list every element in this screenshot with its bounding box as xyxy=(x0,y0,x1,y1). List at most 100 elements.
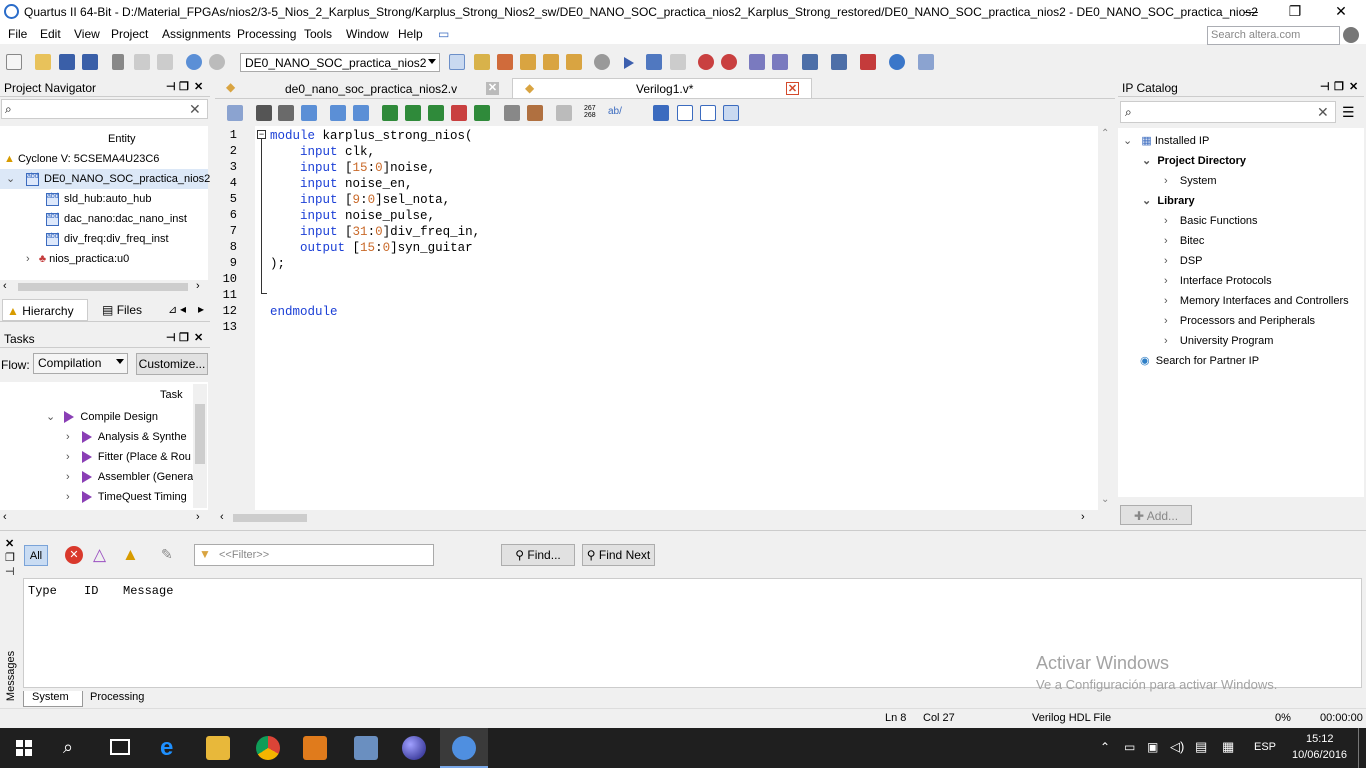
analysis-synthesis-icon[interactable] xyxy=(646,54,662,70)
task-row[interactable]: › Fitter (Place & Rou xyxy=(66,447,191,467)
menu-file[interactable]: File xyxy=(8,27,27,41)
synthesis-icon[interactable] xyxy=(566,54,582,70)
file-explorer-icon[interactable] xyxy=(206,736,230,760)
cut-icon[interactable] xyxy=(112,54,124,70)
clear-search-icon[interactable]: ✕ xyxy=(189,101,201,118)
navigator-search-input[interactable]: ⌕ ✕ xyxy=(1,99,208,119)
menu-assignments[interactable]: Assignments xyxy=(162,27,231,41)
task-view-icon[interactable] xyxy=(110,739,130,755)
replace-icon[interactable] xyxy=(278,105,294,121)
find-next-button[interactable]: ⚲ Find Next xyxy=(582,544,655,566)
fold-toggle-icon[interactable]: − xyxy=(257,130,266,139)
code-content[interactable]: module karplus_strong_nios( input clk, i… xyxy=(270,128,480,320)
float-icon[interactable]: ❐ xyxy=(1334,80,1344,93)
float-icon[interactable]: ❐ xyxy=(179,331,189,344)
format-icon[interactable] xyxy=(227,105,243,121)
library-item-row[interactable]: › DSP xyxy=(1164,251,1203,271)
pin-planner-icon[interactable] xyxy=(497,54,513,70)
menu-processing[interactable]: Processing xyxy=(237,27,296,41)
next-bookmark-icon[interactable] xyxy=(405,105,421,121)
tab-verilog1[interactable]: ◆ Verilog1.v* ✕ xyxy=(512,78,812,98)
tasks-vscroll[interactable] xyxy=(193,384,207,508)
float-messages-icon[interactable]: ❐ xyxy=(5,551,15,564)
library-item-row[interactable]: › Processors and Peripherals xyxy=(1164,311,1315,331)
word-wrap-icon[interactable]: ab/ xyxy=(608,106,622,117)
tray-volume-icon[interactable]: ◁) xyxy=(1170,739,1184,755)
tab-scroll-left-icon[interactable]: ◂ xyxy=(180,302,186,316)
scroll-thumb[interactable] xyxy=(18,283,188,291)
partner-ip-row[interactable]: ◉ Search for Partner IP xyxy=(1140,351,1259,371)
programmer-icon[interactable] xyxy=(802,54,818,70)
find-icon[interactable] xyxy=(256,105,272,121)
save-icon[interactable] xyxy=(59,54,75,70)
message-filter-input[interactable]: ▼ <<Filter>> xyxy=(194,544,434,566)
ip-search-input[interactable]: ⌕ ✕ xyxy=(1120,101,1336,123)
library-item-row[interactable]: › University Program xyxy=(1164,331,1273,351)
task-group-row[interactable]: ⌄ Compile Design xyxy=(46,407,158,427)
indent-icon[interactable] xyxy=(330,105,346,121)
chrome-browser-icon[interactable] xyxy=(256,736,280,760)
outdent-icon[interactable] xyxy=(353,105,369,121)
error-filter-icon[interactable]: ✕ xyxy=(65,546,83,564)
goto-icon[interactable] xyxy=(301,105,317,121)
scroll-right-icon[interactable]: › xyxy=(1081,511,1085,523)
entity-row[interactable]: abd div_freq:div_freq_inst xyxy=(46,229,169,249)
search-icon[interactable]: ⌕ xyxy=(63,737,73,758)
bookmark-icon[interactable] xyxy=(382,105,398,121)
close-messages-icon[interactable]: ✕ xyxy=(5,537,14,550)
project-directory-row[interactable]: ⌄ Project Directory xyxy=(1142,151,1246,171)
warning-filter-icon[interactable]: ▲ xyxy=(122,545,139,565)
new-file-icon[interactable] xyxy=(6,54,22,70)
tray-chevron-icon[interactable]: ⌃ xyxy=(1100,740,1110,754)
filter-all-button[interactable]: All xyxy=(24,545,48,566)
qsys-icon[interactable] xyxy=(860,54,876,70)
view-mode-icon[interactable] xyxy=(677,105,693,121)
find-button[interactable]: ⚲ Find... xyxy=(501,544,575,566)
tab-files[interactable]: ▤ Files xyxy=(102,303,142,317)
redo-icon[interactable] xyxy=(209,54,225,70)
clear-search-icon[interactable]: ✕ xyxy=(1317,104,1329,121)
chip-interfaces-icon[interactable] xyxy=(831,54,847,70)
prev-bookmark-icon[interactable] xyxy=(428,105,444,121)
critical-warning-filter-icon[interactable]: △ xyxy=(93,545,106,565)
system-row[interactable]: › System xyxy=(1164,171,1217,191)
stop-icon[interactable] xyxy=(594,54,610,70)
pin-icon[interactable]: ⊣ xyxy=(1320,80,1330,93)
menu-edit[interactable]: Edit xyxy=(40,27,61,41)
media-player-icon[interactable] xyxy=(303,736,327,760)
task-row[interactable]: › Analysis & Synthe xyxy=(66,427,187,447)
search-input[interactable]: Search altera.com xyxy=(1207,26,1340,45)
navigator-hscroll[interactable]: ‹ › xyxy=(0,280,208,294)
disabled-tool-icon[interactable] xyxy=(556,105,572,121)
pin-icon[interactable]: ⊣ xyxy=(166,331,176,344)
library-item-row[interactable]: › Basic Functions xyxy=(1164,211,1258,231)
tray-keyboard-icon[interactable]: ▦ xyxy=(1222,739,1234,755)
scroll-thumb[interactable] xyxy=(195,404,205,464)
close-panel-icon[interactable]: ✕ xyxy=(1349,80,1358,93)
save-all-icon[interactable] xyxy=(82,54,98,70)
split-view-icon[interactable] xyxy=(700,105,716,121)
close-button[interactable]: ✕ xyxy=(1318,0,1364,24)
float-icon[interactable]: ❐ xyxy=(179,80,189,93)
customize-button[interactable]: Customize... xyxy=(136,353,208,375)
close-panel-icon[interactable]: ✕ xyxy=(194,331,203,344)
technology-map-icon[interactable] xyxy=(772,54,788,70)
bookmark-list-icon[interactable] xyxy=(474,105,490,121)
go-right-icon[interactable] xyxy=(653,105,669,121)
windows-start-icon[interactable] xyxy=(16,740,32,756)
info-filter-icon[interactable]: ✎ xyxy=(161,546,173,563)
scroll-up-icon[interactable]: ⌃ xyxy=(1101,128,1109,139)
tab-design-units-icon[interactable]: ⊿ xyxy=(168,303,177,316)
pin-messages-icon[interactable]: ⊣ xyxy=(5,565,15,578)
library-item-row[interactable]: › Interface Protocols xyxy=(1164,271,1272,291)
chip-planner-icon[interactable] xyxy=(449,54,465,70)
device-row[interactable]: ▲ Cyclone V: 5CSEMA4U23C6 xyxy=(4,149,159,169)
settings-wand-icon[interactable] xyxy=(474,54,490,70)
entity-row[interactable]: abd dac_nano:dac_nano_inst xyxy=(46,209,187,229)
line-numbers-icon[interactable]: 267 268 xyxy=(584,105,596,119)
library-item-row[interactable]: › Memory Interfaces and Controllers xyxy=(1164,291,1349,311)
template-icon[interactable] xyxy=(527,105,543,121)
scroll-right-icon[interactable]: › xyxy=(196,280,200,292)
paste-icon[interactable] xyxy=(157,54,173,70)
undo-icon[interactable] xyxy=(186,54,202,70)
